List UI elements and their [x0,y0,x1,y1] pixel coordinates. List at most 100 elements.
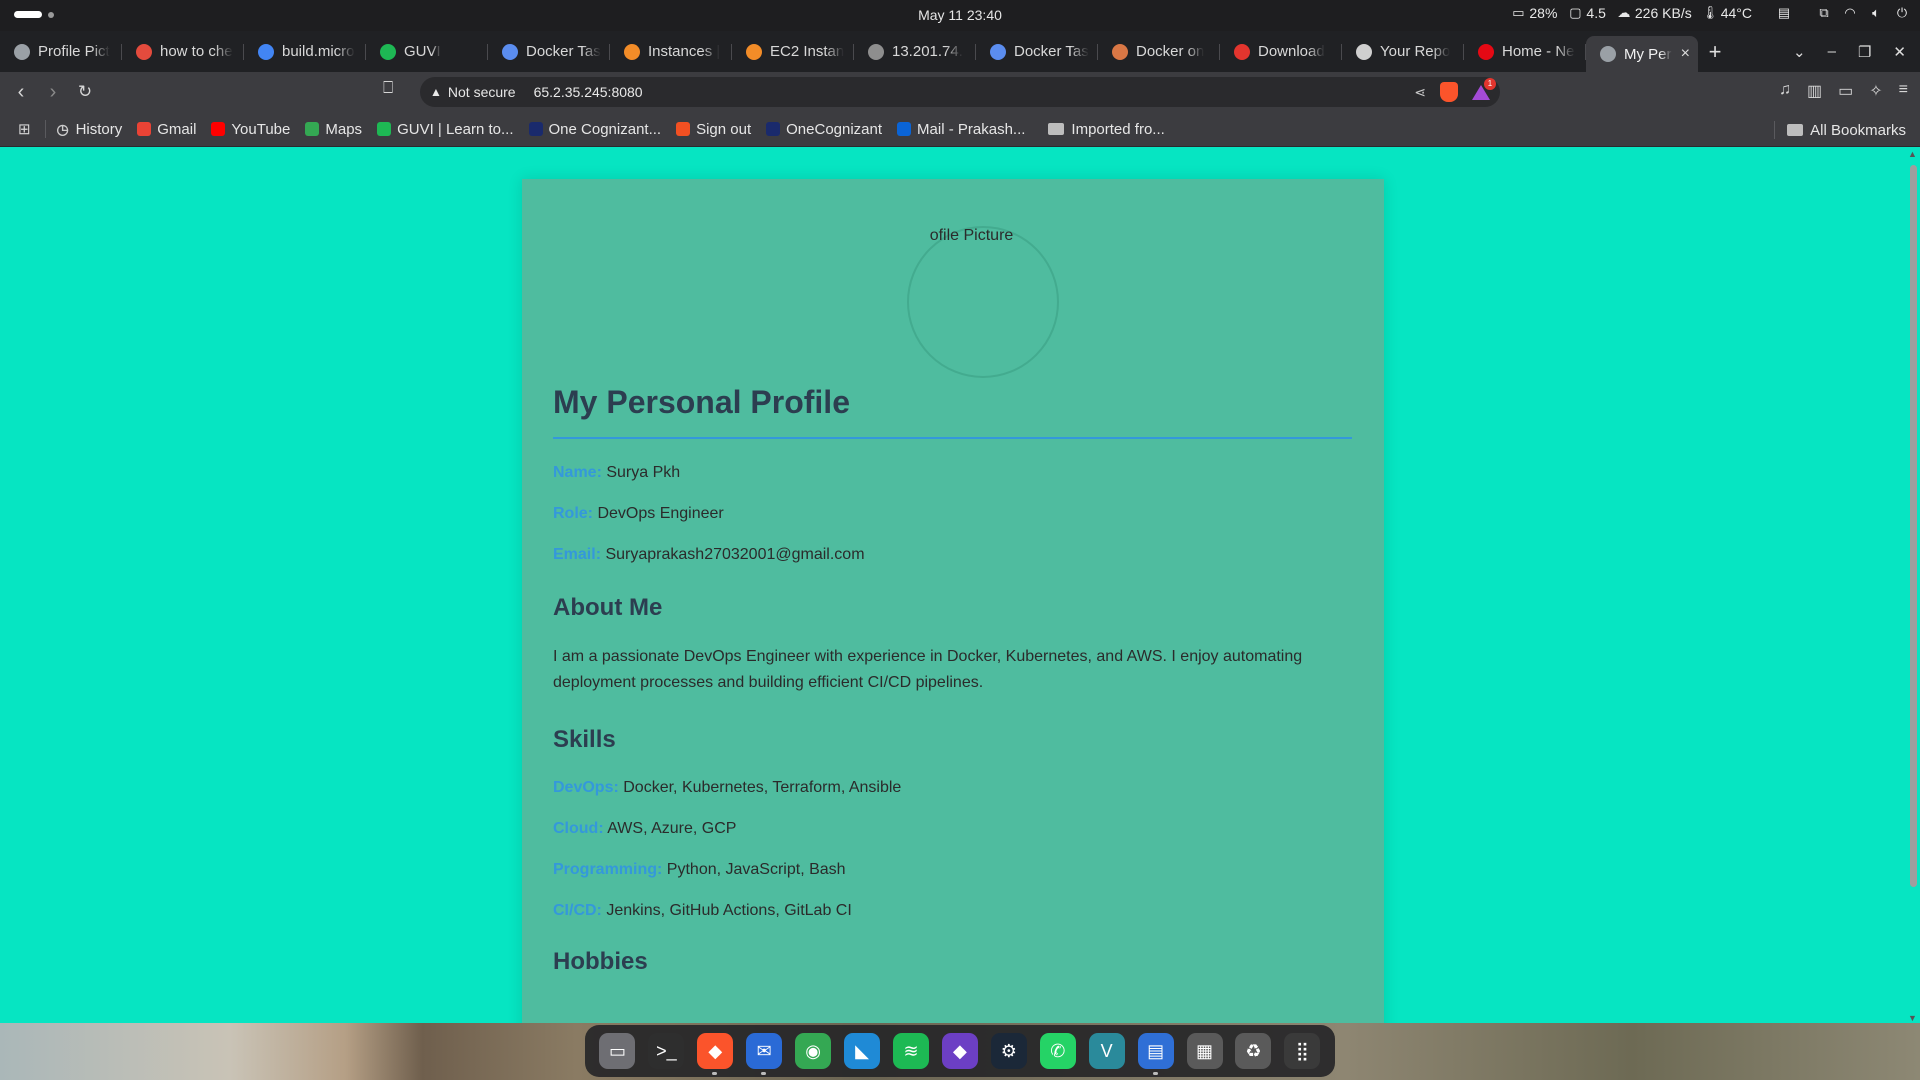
tab-favicon-icon [1234,43,1250,60]
bookmark-item[interactable]: YouTube [211,121,290,138]
close-tab-icon[interactable]: × [1681,45,1690,63]
apps-grid-icon[interactable]: ⊞ [18,120,31,138]
chrome-app-icon[interactable]: ◉ [795,1033,832,1069]
tab[interactable]: Docker Tas [488,36,610,68]
application-dock: ▭ >_ ◆ ✉ ◉ ◣ ≋ ◆ ⚙ ✆ V ▤ ▦ ♻ ⣿ [585,1025,1335,1077]
forward-icon[interactable]: › [38,77,68,107]
page-scrollbar[interactable]: ▲ ▼ [1906,147,1920,1023]
bookmark-label: Maps [325,120,363,138]
skill-label: Cloud: [553,820,604,837]
terminal-app-icon[interactable]: >_ [648,1033,685,1069]
tab-title: Home - Ne [1502,43,1575,60]
tab[interactable]: Profile Pict [0,36,122,68]
tab[interactable]: Docker on [1098,36,1220,68]
all-bookmarks-button[interactable]: All Bookmarks [1774,121,1906,139]
vim-app-icon[interactable]: V [1088,1033,1125,1069]
trash-app-icon[interactable]: ♻ [1235,1033,1272,1069]
tab[interactable]: Docker Tas [976,36,1098,68]
role-label: Role: [553,505,593,522]
warning-icon[interactable]: ▲ [430,85,442,99]
bookmark-item[interactable]: OneCognizant [766,121,882,138]
tab[interactable]: Home - Ne [1464,36,1586,68]
bookmark-item[interactable]: GUVI | Learn to... [377,120,514,138]
bookmark-item[interactable]: One Cognizant... [528,120,662,138]
tab[interactable]: GUVI [366,36,488,68]
tab-favicon-icon [1478,43,1494,60]
profile-picture-area: ofile Picture [553,179,1352,384]
bookmark-item[interactable]: Gmail [137,121,196,138]
maximize-icon[interactable]: ❐ [1858,43,1871,61]
whatsapp-app-icon[interactable]: ✆ [1039,1033,1076,1069]
tab[interactable]: EC2 Instan [732,36,854,68]
bookmark-item[interactable]: ◷ History [56,120,123,138]
archive-app-icon[interactable]: ▦ [1186,1033,1223,1069]
bookmark-label: History [75,120,123,138]
scrollbar-thumb[interactable] [1910,165,1917,887]
obsidian-app-icon[interactable]: ◆ [941,1033,978,1069]
url-text[interactable]: 65.2.35.245:8080 [534,84,643,100]
tab-favicon-icon [380,43,396,60]
tab[interactable]: Instances | [610,36,732,68]
tab[interactable]: Your Repo [1342,36,1464,68]
email-label: Email: [553,546,602,563]
share-icon[interactable]: ⋖ [1414,84,1426,101]
leo-ai-icon[interactable]: ✧ [1869,81,1882,101]
brave-app-icon[interactable]: ◆ [697,1033,734,1075]
tab[interactable]: 13.201.74. [854,36,976,68]
bookmark-label: GUVI | Learn to... [397,120,514,138]
wallet-icon[interactable]: ▭ [1838,81,1853,101]
skill-row-devops: DevOps: Docker, Kubernetes, Terraform, A… [553,779,1352,797]
skill-row-cloud: Cloud: AWS, Azure, GCP [553,820,1352,838]
running-indicator [1152,1072,1158,1075]
bookmark-label: OneCognizant [786,120,883,138]
minimize-icon[interactable]: – [1828,43,1836,60]
wifi-icon[interactable]: ◠ [1842,6,1858,20]
back-icon[interactable]: ‹ [6,77,36,107]
bookmark-item[interactable]: Mail - Prakash... [897,121,1025,138]
files-app-icon[interactable]: ▭ [599,1033,636,1069]
brave-shields-icon[interactable] [1440,82,1458,102]
clipboard-icon[interactable]: ▤ [1776,6,1792,20]
spotify-app-icon[interactable]: ≋ [892,1033,929,1069]
show-apps-icon[interactable]: ⣿ [1284,1033,1321,1069]
tab-title: GUVI [404,43,441,60]
text-editor-app-icon[interactable]: ▤ [1137,1033,1174,1075]
system-status-area[interactable]: ▭ 28% ▢ 4.5 ☁ 226 KB/s 🌡︎ 44°C ▤ ⧉ ◠ 🔈︎ ⏻ [1510,5,1910,21]
tab-favicon-icon [990,43,1006,60]
thunderbird-app-icon[interactable]: ✉ [746,1033,783,1075]
media-icon[interactable]: ♫ [1779,81,1791,101]
skill-row-cicd: CI/CD: Jenkins, GitHub Actions, GitLab C… [553,902,1352,920]
new-tab-button[interactable]: + [1698,39,1732,65]
skill-value: Docker, Kubernetes, Terraform, Ansible [623,779,902,796]
bookmark-item[interactable]: Maps [305,121,362,138]
brave-rewards-icon[interactable]: 1 [1472,78,1496,100]
running-indicator [761,1072,767,1075]
bookmark-item[interactable]: Sign out [676,121,751,138]
battery-status: ▭ 28% [1512,5,1558,21]
role-row: Role: DevOps Engineer [553,505,1352,523]
tab-favicon-icon [502,43,518,60]
tab-search-icon[interactable]: ⌄ [1793,43,1806,61]
reload-icon[interactable]: ↻ [70,77,100,107]
tab[interactable]: Download [1220,36,1342,68]
volume-icon[interactable]: 🔈︎ [1868,6,1884,20]
bookmark-item[interactable]: Imported fro... [1048,120,1165,138]
bookmark-page-icon[interactable]: ⎕ [383,78,393,98]
tab[interactable]: build.micro [244,36,366,68]
power-icon[interactable]: ⏻ [1894,6,1910,20]
menu-icon[interactable]: ≡ [1899,81,1908,101]
sidebar-icon[interactable]: ▥ [1807,81,1822,101]
scroll-up-icon[interactable]: ▲ [1908,149,1917,159]
scroll-down-icon[interactable]: ▼ [1908,1013,1917,1023]
security-status[interactable]: Not secure [448,84,516,100]
skills-heading: Skills [553,726,616,753]
tab[interactable]: how to che [122,36,244,68]
vscode-app-icon[interactable]: ◣ [844,1033,881,1069]
close-window-icon[interactable]: ✕ [1893,43,1906,61]
address-bar[interactable]: ▲ Not secure 65.2.35.245:8080 ⋖ 1 [420,77,1500,107]
bookmark-label: Imported fro... [1071,120,1165,138]
screen-cast-icon[interactable]: ⧉ [1816,6,1832,20]
tab-active[interactable]: My Per × [1586,36,1698,72]
steam-app-icon[interactable]: ⚙ [990,1033,1027,1069]
bookmark-label: One Cognizant... [548,120,662,138]
